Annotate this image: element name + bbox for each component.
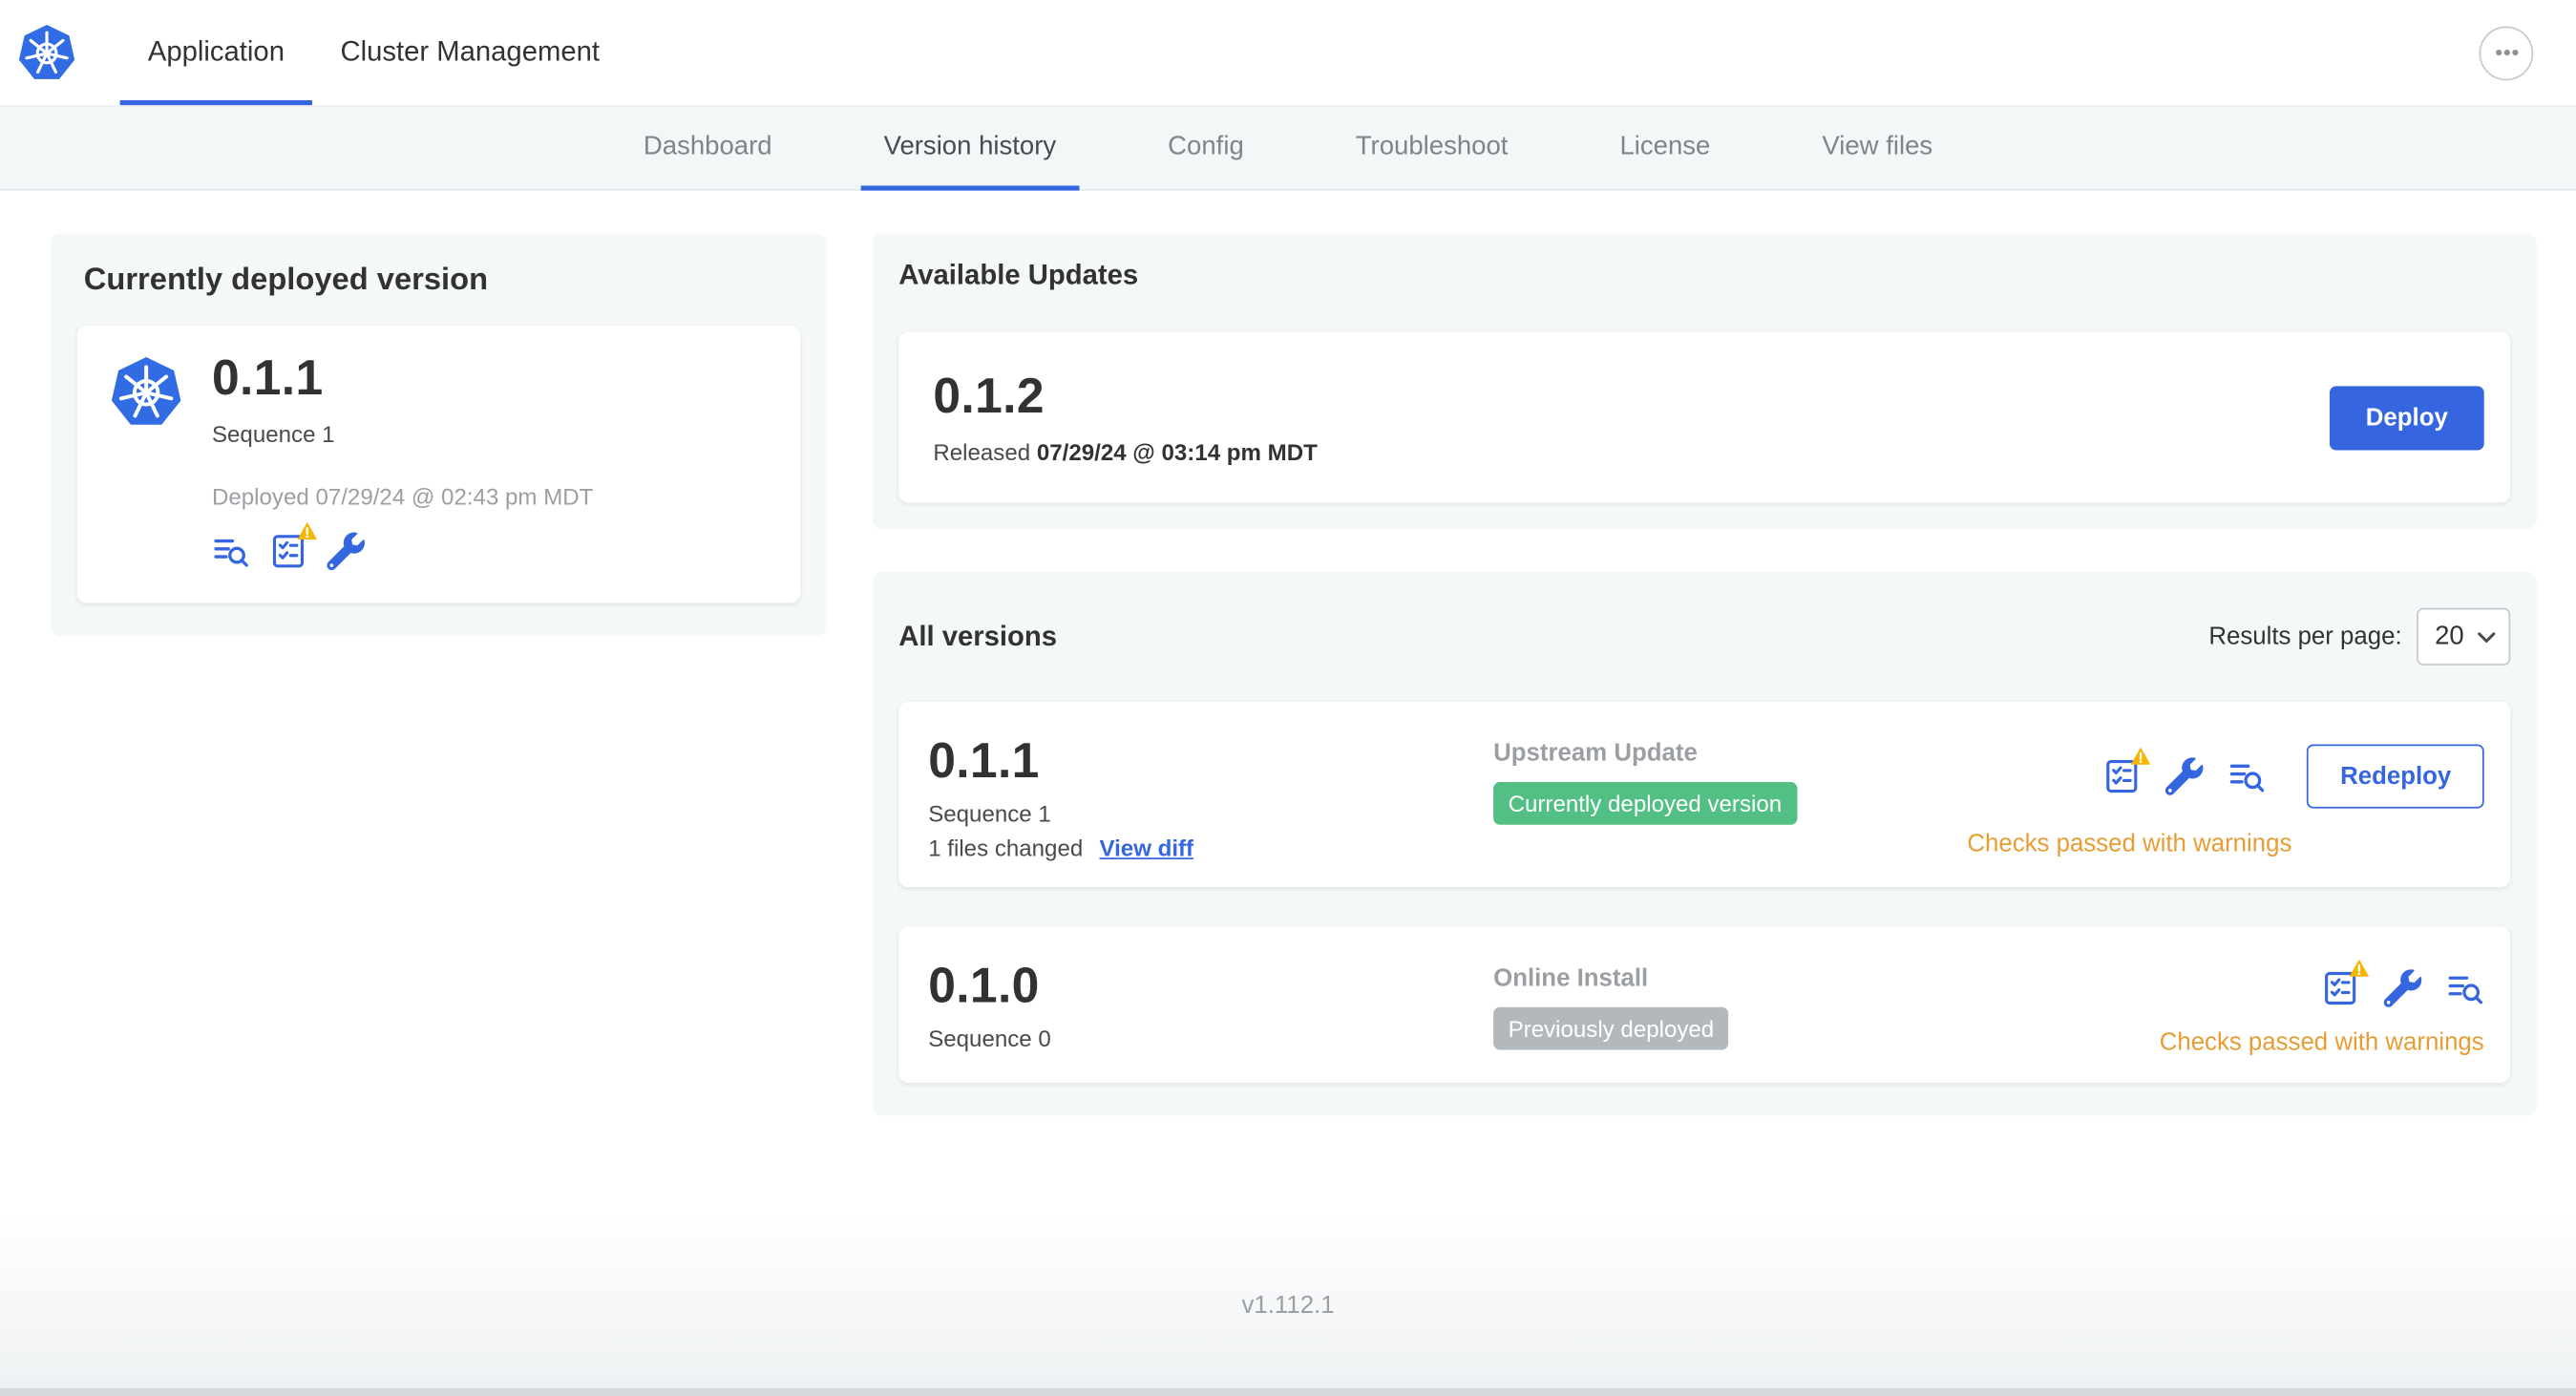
all-versions-panel: All versions Results per page: 20 0.1.1 … <box>872 571 2537 1116</box>
row-actions <box>2321 958 2484 1007</box>
all-versions-title: All versions <box>898 620 1058 652</box>
subnav-config[interactable]: Config <box>1145 107 1267 189</box>
subnav-version-history[interactable]: Version history <box>860 107 1080 191</box>
kubernetes-logo <box>17 22 76 80</box>
update-version-number: 0.1.2 <box>933 370 1045 424</box>
view-diff-link[interactable]: View diff <box>1099 835 1193 861</box>
results-per-page-select[interactable]: 20 <box>2417 607 2511 666</box>
deploy-button[interactable]: Deploy <box>2329 385 2484 450</box>
version-row-right: Checks passed with warnings <box>2159 958 2484 1057</box>
deploy-logs-icon[interactable] <box>2228 757 2267 795</box>
row-files-changed: 1 files changed View diff <box>928 835 1493 861</box>
update-info: 0.1.2 Released 07/29/24 @ 03:14 pm MDT <box>933 370 1317 465</box>
available-updates-panel: Available Updates 0.1.2 Released 07/29/2… <box>872 233 2537 530</box>
deploy-logs-icon[interactable] <box>212 533 250 571</box>
redeploy-button[interactable]: Redeploy <box>2307 744 2484 809</box>
subnav-license[interactable]: License <box>1596 107 1733 189</box>
top-bar: Application Cluster Management <box>0 0 2576 106</box>
released-prefix: Released <box>933 438 1031 465</box>
current-version-sequence: Sequence 1 <box>211 420 335 448</box>
right-column: Available Updates 0.1.2 Released 07/29/2… <box>872 233 2537 1116</box>
ellipsis-icon <box>2495 49 2518 56</box>
current-version-info: 0.1.1 Sequence 1 Deployed 07/29/24 @ 02:… <box>211 351 594 571</box>
row-source-label: Upstream Update <box>1493 739 1698 768</box>
row-sequence: Sequence 0 <box>928 1025 1051 1052</box>
more-menu-button[interactable] <box>2479 25 2534 80</box>
top-tabs: Application Cluster Management <box>119 0 628 106</box>
results-per-page-value: 20 <box>2435 622 2464 650</box>
deploy-logs-icon[interactable] <box>2446 969 2484 1007</box>
kubernetes-logo <box>109 355 183 427</box>
row-sequence: Sequence 1 <box>928 799 1051 827</box>
warning-triangle-icon <box>2348 958 2371 978</box>
version-rows: 0.1.1 Sequence 1 1 files changed View dif… <box>898 701 2511 1083</box>
all-versions-header: All versions Results per page: 20 <box>898 598 2511 666</box>
tab-application[interactable]: Application <box>119 0 313 106</box>
version-row-left: 0.1.1 Sequence 1 1 files changed View dif… <box>928 734 1493 860</box>
console-version-label: v1.112.1 <box>1241 1290 1335 1319</box>
files-changed-label: 1 files changed <box>928 835 1084 861</box>
version-row-left: 0.1.0 Sequence 0 <box>928 960 1493 1057</box>
version-row-middle: Upstream Update Currently deployed versi… <box>1493 734 1967 860</box>
currently-deployed-panel: Currently deployed version 0.1.1 Sequenc… <box>51 233 827 636</box>
currently-deployed-title: Currently deployed version <box>83 263 489 298</box>
current-version-deployed-timestamp: Deployed 07/29/24 @ 02:43 pm MDT <box>211 482 594 510</box>
version-row: 0.1.1 Sequence 1 1 files changed View dif… <box>898 701 2511 888</box>
deployed-status-badge: Currently deployed version <box>1493 782 1797 825</box>
row-version-number: 0.1.0 <box>928 959 1040 1014</box>
version-row-right: Redeploy Checks passed with warnings <box>1967 734 2484 860</box>
main-content: Currently deployed version 0.1.1 Sequenc… <box>0 191 2576 1116</box>
row-version-number: 0.1.1 <box>928 734 1040 789</box>
preflight-checks-icon[interactable] <box>269 520 319 571</box>
currently-deployed-card: 0.1.1 Sequence 1 Deployed 07/29/24 @ 02:… <box>76 325 800 603</box>
preflight-status-text: Checks passed with warnings <box>2159 1028 2484 1057</box>
preflight-checks-icon[interactable] <box>2321 958 2371 1007</box>
results-per-page: Results per page: 20 <box>2208 607 2511 666</box>
subnav-troubleshoot[interactable]: Troubleshoot <box>1333 107 1531 189</box>
page-footer: v1.112.1 <box>0 1212 2576 1396</box>
preflight-checks-icon[interactable] <box>2103 746 2153 795</box>
update-released-timestamp: Released 07/29/24 @ 03:14 pm MDT <box>933 438 1317 465</box>
row-actions: Redeploy <box>2103 744 2484 809</box>
chevron-down-icon <box>2478 631 2496 643</box>
warning-triangle-icon <box>2130 746 2153 766</box>
app-subnav: Dashboard Version history Config Trouble… <box>0 105 2576 191</box>
released-date: 07/29/24 @ 03:14 pm MDT <box>1036 438 1318 465</box>
subnav-view-files[interactable]: View files <box>1799 107 1955 189</box>
subnav-dashboard[interactable]: Dashboard <box>621 107 795 189</box>
results-per-page-label: Results per page: <box>2208 623 2402 651</box>
preflight-status-text: Checks passed with warnings <box>1967 829 2292 858</box>
available-updates-title: Available Updates <box>898 259 1139 291</box>
deployed-status-badge: Previously deployed <box>1493 1006 1729 1050</box>
edit-config-icon[interactable] <box>2383 969 2422 1007</box>
available-update-card: 0.1.2 Released 07/29/24 @ 03:14 pm MDT D… <box>898 331 2511 503</box>
bottom-strip <box>0 1387 2576 1396</box>
current-version-number: 0.1.1 <box>211 351 324 407</box>
app-root: Application Cluster Management Dashboard… <box>0 0 2576 1396</box>
edit-config-icon[interactable] <box>2165 757 2205 795</box>
warning-triangle-icon <box>296 520 319 541</box>
edit-config-icon[interactable] <box>327 532 365 571</box>
version-row-middle: Online Install Previously deployed <box>1493 960 2160 1057</box>
tab-cluster-management[interactable]: Cluster Management <box>312 0 627 105</box>
version-row: 0.1.0 Sequence 0 Online Install Previous… <box>898 926 2511 1083</box>
current-version-actions <box>212 520 593 571</box>
row-source-label: Online Install <box>1493 964 1649 993</box>
